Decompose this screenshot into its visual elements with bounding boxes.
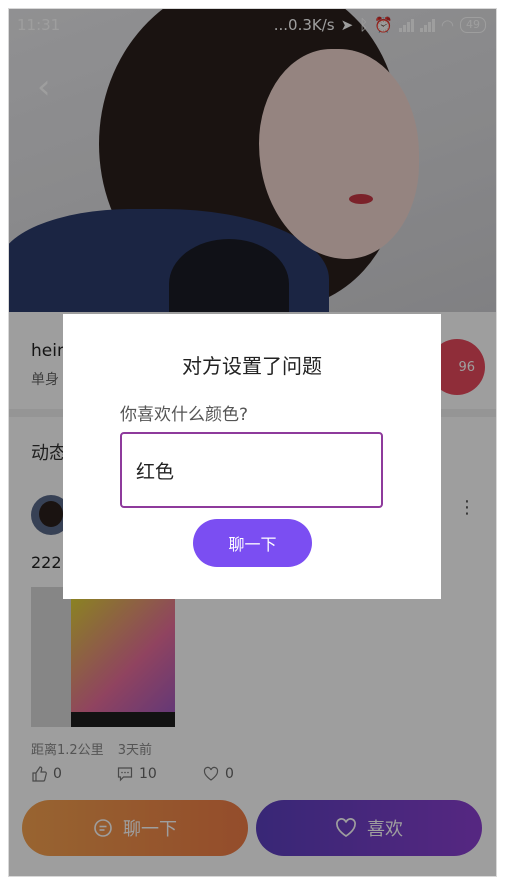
dialog-question: 你喜欢什么颜色? [120,405,249,425]
dialog-chat-button[interactable]: 聊一下 [193,519,312,567]
question-dialog: 对方设置了问题 你喜欢什么颜色? 聊一下 [63,314,441,599]
dialog-title: 对方设置了问题 [182,354,322,378]
answer-input[interactable] [120,432,383,508]
app-screen: 11:31 ...0.3K/s ➤ ᛒ ⏰ ◠ 49 ‹ hein 单身 96 … [8,8,497,877]
